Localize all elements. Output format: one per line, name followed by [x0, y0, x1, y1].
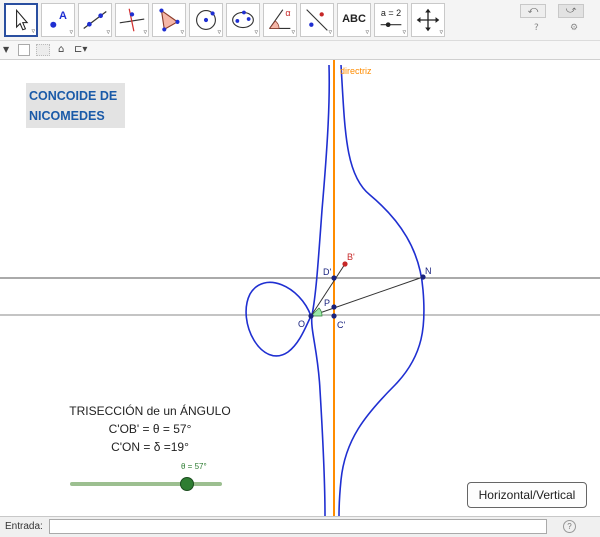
point-tool-label: A	[59, 10, 67, 22]
conchoid-right-branch	[338, 64, 425, 516]
tool-menu-indicator-icon: ▿	[254, 28, 258, 36]
redo-button[interactable]: ⤻	[558, 4, 584, 18]
point-P[interactable]	[331, 304, 337, 310]
tool-menu-indicator-icon: ▿	[402, 28, 406, 36]
tool-menu-indicator-icon: ▿	[328, 28, 332, 36]
label-D-prime: D'	[323, 267, 331, 277]
tool-menu-indicator-icon: ▿	[291, 28, 295, 36]
trisection-line-2: C'OB' = θ = 57°	[108, 422, 192, 436]
graphics-view[interactable]: directriz B' D' N P O C' CONCOIDE DE NIC…	[0, 60, 600, 516]
line-tool-button[interactable]: ▿	[78, 3, 112, 37]
grid-icon[interactable]	[36, 44, 50, 56]
perpendicular-tool-button[interactable]: ▿	[115, 3, 149, 37]
slider-tool-button[interactable]: a = 2 ▿	[374, 3, 408, 37]
tool-menu-indicator-icon: ▿	[365, 28, 369, 36]
triangle-down-icon[interactable]: ▼	[3, 43, 9, 57]
trisection-line-1: TRISECCIÓN de un ÁNGULO	[69, 404, 231, 418]
label-B-prime: B'	[347, 252, 355, 262]
help-icon[interactable]: ?	[534, 23, 539, 33]
trisection-text[interactable]: TRISECCIÓN de un ÁNGULO C'OB' = θ = 57° …	[60, 402, 240, 456]
slider-track[interactable]	[70, 482, 222, 486]
conic-tool-button[interactable]: ▿	[226, 3, 260, 37]
horizontal-vertical-button[interactable]: Horizontal/Vertical	[467, 482, 587, 508]
angle-tool-button[interactable]: α ▿	[263, 3, 297, 37]
text-abc-icon: ABC	[342, 13, 366, 25]
view-menu-icon[interactable]: ⊏▾	[74, 43, 87, 57]
title-line-1: CONCOIDE DE	[29, 89, 118, 103]
slider-label: θ = 57°	[181, 462, 207, 471]
move-tool-button[interactable]: ▿	[4, 3, 38, 37]
theta-slider[interactable]	[70, 477, 222, 491]
circle-tool-button[interactable]: ▿	[189, 3, 223, 37]
point-D-prime[interactable]	[331, 275, 337, 281]
point-tool-button[interactable]: A ▿	[41, 3, 75, 37]
toolbar: ▿ A ▿ ▿ ▿ ▿ ▿ ▿ α ▿ ▿ ABC ▿ a = 2 ▿ ▿ ⤺ …	[0, 0, 600, 41]
slider-handle[interactable]	[179, 477, 194, 491]
help-icon[interactable]: ?	[563, 520, 576, 533]
label-O: O	[298, 319, 305, 329]
label-P: P	[324, 298, 330, 308]
title-line-2: NICOMEDES	[29, 109, 105, 123]
point-B-prime[interactable]	[342, 261, 348, 267]
move-graphics-tool-button[interactable]: ▿	[411, 3, 445, 37]
polygon-tool-button[interactable]: ▿	[152, 3, 186, 37]
home-icon[interactable]: ⌂	[58, 43, 64, 57]
tool-menu-indicator-icon: ▿	[180, 28, 184, 36]
segment-ON	[310, 276, 424, 317]
input-label: Entrada:	[5, 521, 43, 532]
gear-icon[interactable]: ⚙	[570, 23, 578, 33]
redo-icon: ⤻	[565, 5, 577, 16]
tool-menu-indicator-icon: ▿	[217, 28, 221, 36]
undo-button[interactable]: ⤺	[520, 4, 546, 18]
reflect-tool-button[interactable]: ▿	[300, 3, 334, 37]
input-bar: Entrada: ?	[0, 516, 600, 537]
tool-menu-indicator-icon: ▿	[69, 28, 73, 36]
tool-menu-indicator-icon: ▿	[439, 28, 443, 36]
input-field[interactable]	[49, 519, 547, 534]
label-N: N	[425, 266, 432, 276]
text-tool-button[interactable]: ABC ▿	[337, 3, 371, 37]
title-text-box[interactable]: CONCOIDE DE NICOMEDES	[26, 83, 125, 128]
tool-menu-indicator-icon: ▿	[31, 27, 35, 35]
point-O[interactable]	[308, 313, 314, 319]
tool-menu-indicator-icon: ▿	[106, 28, 110, 36]
geogebra-app: ▿ A ▿ ▿ ▿ ▿ ▿ ▿ α ▿ ▿ ABC ▿ a = 2 ▿ ▿ ⤺ …	[0, 0, 600, 537]
undo-icon: ⤺	[527, 5, 539, 16]
tool-menu-indicator-icon: ▿	[143, 28, 147, 36]
style-bar: ▼ ⌂ ⊏▾	[0, 41, 600, 60]
graphics-view-icon[interactable]	[18, 44, 30, 56]
conchoid-left-branch	[310, 64, 331, 516]
directriz-label: directriz	[340, 66, 372, 76]
point-C-prime[interactable]	[331, 313, 337, 319]
label-C-prime: C'	[337, 320, 345, 330]
trisection-line-3: C'ON = δ =19°	[111, 440, 189, 454]
